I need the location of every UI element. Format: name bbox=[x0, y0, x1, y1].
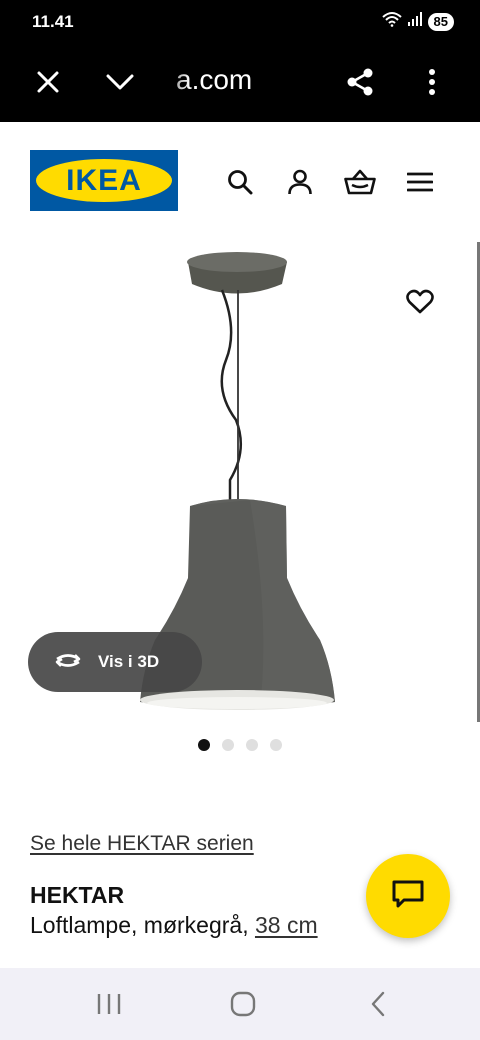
share-icon[interactable] bbox=[338, 60, 382, 104]
pagination-dot[interactable] bbox=[270, 739, 282, 751]
product-name: HEKTAR bbox=[30, 882, 125, 908]
series-link[interactable]: Se hele HEKTAR serien bbox=[30, 832, 254, 856]
heart-icon[interactable] bbox=[400, 282, 440, 322]
site-header: IKEA bbox=[0, 122, 480, 240]
browser-toolbar: a.com bbox=[0, 42, 480, 122]
chat-button[interactable] bbox=[366, 854, 450, 938]
view-3d-button[interactable]: Vis i 3D bbox=[28, 632, 202, 692]
status-time: 11.41 bbox=[32, 12, 74, 31]
chat-icon bbox=[391, 879, 425, 914]
url-fade bbox=[150, 60, 190, 102]
account-icon[interactable] bbox=[280, 162, 320, 202]
rotate-3d-icon bbox=[52, 649, 84, 676]
image-pagination bbox=[198, 739, 282, 751]
product-description: Loftlampe, mørkegrå, 38 cm bbox=[30, 912, 318, 939]
basket-icon[interactable] bbox=[340, 162, 380, 202]
pagination-dot[interactable] bbox=[198, 739, 210, 751]
search-icon[interactable] bbox=[220, 162, 260, 202]
wifi-icon bbox=[381, 11, 402, 32]
pagination-dot[interactable] bbox=[246, 739, 258, 751]
close-icon[interactable] bbox=[26, 60, 70, 104]
ikea-logo[interactable]: IKEA bbox=[30, 150, 178, 211]
home-icon[interactable] bbox=[221, 984, 265, 1024]
screen: 11.41 85 a.com IKEA Vis i 3D Se hele HEK… bbox=[0, 0, 480, 1040]
status-bar: 11.41 85 bbox=[0, 0, 480, 42]
battery-badge: 85 bbox=[427, 12, 454, 31]
android-nav-bar bbox=[0, 968, 480, 1040]
view-3d-label: Vis i 3D bbox=[98, 652, 160, 671]
status-icons: 85 bbox=[381, 11, 454, 32]
product-description-text: Loftlampe, mørkegrå, bbox=[30, 912, 255, 938]
product-size-link[interactable]: 38 cm bbox=[255, 912, 318, 938]
pagination-dot[interactable] bbox=[222, 739, 234, 751]
logo-oval: IKEA bbox=[36, 159, 172, 202]
logo-text: IKEA bbox=[66, 164, 142, 197]
menu-icon[interactable] bbox=[400, 162, 440, 202]
back-icon[interactable] bbox=[356, 984, 400, 1024]
recents-icon[interactable] bbox=[87, 984, 131, 1024]
signal-icon bbox=[407, 12, 422, 31]
chevron-down-icon[interactable] bbox=[98, 60, 142, 104]
more-vertical-icon[interactable] bbox=[410, 60, 454, 104]
